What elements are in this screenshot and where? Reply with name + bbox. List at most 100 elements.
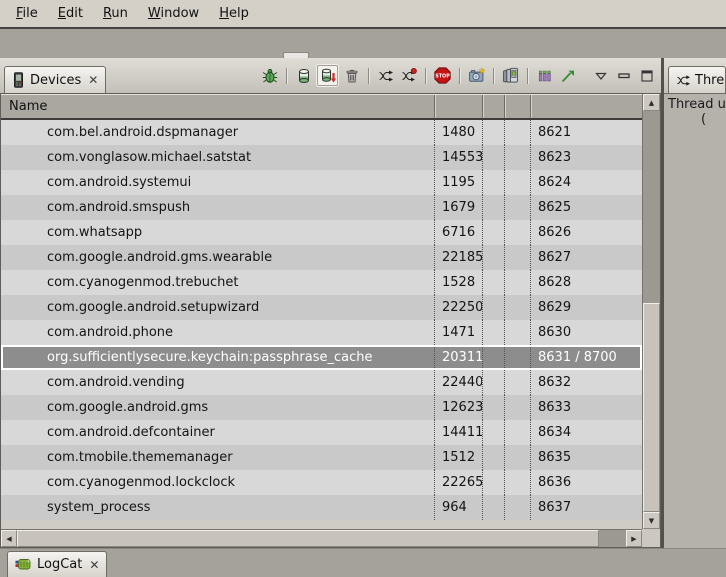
- table-row[interactable]: com.google.android.gms126238633: [1, 395, 642, 420]
- empty-cell: [482, 395, 504, 420]
- table-row[interactable]: system_process9648637: [1, 495, 642, 520]
- port-cell: 8623: [530, 145, 642, 170]
- table-row[interactable]: com.android.defcontainer144118634: [1, 420, 642, 445]
- dump-hprof-icon[interactable]: [317, 65, 338, 86]
- menu-edit[interactable]: Edit: [48, 4, 93, 23]
- table-row[interactable]: com.cyanogenmod.trebuchet15288628: [1, 270, 642, 295]
- debug-process-icon[interactable]: [260, 66, 279, 85]
- tab-devices[interactable]: Devices ✕: [4, 66, 106, 93]
- device-table-body: com.bel.android.dspmanager14808621com.vo…: [1, 120, 642, 529]
- process-name-cell: com.android.smspush: [1, 195, 434, 220]
- green-trend-arrow-icon[interactable]: [558, 66, 577, 85]
- table-row[interactable]: com.android.vending22440 8632: [1, 370, 642, 395]
- table-row[interactable]: com.google.android.gms.wearable221858627: [1, 245, 642, 270]
- scroll-down-arrow[interactable]: ▼: [643, 512, 660, 529]
- menu-bar: File Edit Run Window Help: [0, 0, 726, 29]
- table-row[interactable]: com.android.smspush16798625: [1, 195, 642, 220]
- screen-capture-camera-icon[interactable]: [467, 66, 486, 85]
- menu-help[interactable]: Help: [209, 4, 259, 23]
- phone-stack-icon[interactable]: [501, 66, 520, 85]
- column-header-empty[interactable]: [482, 95, 504, 118]
- tab-logcat[interactable]: LogCat ✕: [7, 551, 107, 577]
- table-row[interactable]: com.cyanogenmod.lockclock222658636: [1, 470, 642, 495]
- menu-file[interactable]: File: [6, 4, 48, 23]
- coolbar-strip: [0, 29, 726, 58]
- vertical-scroll-track[interactable]: [643, 111, 660, 512]
- cause-gc-trash-icon[interactable]: [342, 66, 361, 85]
- close-icon[interactable]: ✕: [87, 558, 99, 572]
- threads-view: Threads Thread up (: [664, 58, 726, 548]
- view-menu-icon[interactable]: [591, 66, 610, 85]
- minimize-icon[interactable]: [614, 66, 633, 85]
- process-name-cell: com.google.android.gms.wearable: [1, 245, 434, 270]
- empty-cell: [482, 470, 504, 495]
- update-threads-icon[interactable]: [376, 66, 395, 85]
- threads-message-line1: Thread up: [668, 97, 726, 112]
- port-cell: 8632: [530, 370, 642, 395]
- port-cell: 8634: [530, 420, 642, 445]
- process-name-cell: com.whatsapp: [1, 220, 434, 245]
- column-header-empty[interactable]: [504, 95, 530, 118]
- purple-bars-icon[interactable]: [535, 66, 554, 85]
- table-row[interactable]: com.android.systemui11958624: [1, 170, 642, 195]
- empty-cell: [482, 170, 504, 195]
- port-cell: 8633: [530, 395, 642, 420]
- scroll-left-arrow[interactable]: ◀: [1, 530, 17, 547]
- threads-tabbar: Threads: [664, 58, 726, 93]
- tab-threads[interactable]: Threads: [668, 66, 726, 93]
- process-name-cell: org.sufficientlysecure.keychain:passphra…: [1, 345, 434, 370]
- table-row[interactable]: org.sufficientlysecure.keychain:passphra…: [1, 345, 642, 370]
- table-row[interactable]: com.android.phone14718630: [1, 320, 642, 345]
- column-header-pid[interactable]: [434, 95, 482, 118]
- vertical-scrollbar[interactable]: ▲ ▼: [642, 94, 660, 529]
- column-header-name[interactable]: Name: [1, 95, 434, 118]
- process-name-cell: com.google.android.setupwizard: [1, 295, 434, 320]
- port-cell: 8626: [530, 220, 642, 245]
- horizontal-scrollbar[interactable]: ◀ ▶: [1, 529, 642, 547]
- process-name-cell: com.android.vending: [1, 370, 434, 395]
- scrollbar-corner: [642, 529, 660, 547]
- maximize-icon[interactable]: [637, 66, 656, 85]
- pid-cell: 22440: [434, 370, 482, 395]
- process-name-cell: com.vonglasow.michael.satstat: [1, 145, 434, 170]
- horizontal-scroll-track[interactable]: [17, 530, 626, 547]
- process-name-cell: com.tmobile.thememanager: [1, 445, 434, 470]
- pid-cell: 22185: [434, 245, 482, 270]
- empty-cell: [504, 170, 530, 195]
- empty-cell: [504, 245, 530, 270]
- table-row[interactable]: com.vonglasow.michael.satstat145538623: [1, 145, 642, 170]
- table-row[interactable]: com.bel.android.dspmanager14808621: [1, 120, 642, 145]
- table-row[interactable]: com.google.android.setupwizard222508629: [1, 295, 642, 320]
- vertical-scroll-thumb[interactable]: [643, 303, 660, 512]
- main-area: Devices ✕: [0, 58, 726, 548]
- pid-cell: 1480: [434, 120, 482, 145]
- table-row[interactable]: com.tmobile.thememanager15128635: [1, 445, 642, 470]
- empty-cell: [482, 220, 504, 245]
- phone-icon: [12, 72, 25, 88]
- toolbar-separator: [459, 68, 460, 84]
- empty-cell: [482, 345, 504, 370]
- pid-cell: 1512: [434, 445, 482, 470]
- close-icon[interactable]: ✕: [86, 73, 98, 87]
- horizontal-scroll-thumb[interactable]: [17, 530, 599, 547]
- menu-window[interactable]: Window: [138, 4, 209, 23]
- table-row[interactable]: com.whatsapp67168626: [1, 220, 642, 245]
- devices-toolbar: STOP: [260, 58, 661, 93]
- scroll-up-arrow[interactable]: ▲: [643, 94, 660, 111]
- table-header: Name: [1, 94, 642, 120]
- empty-cell: [482, 445, 504, 470]
- empty-cell: [482, 120, 504, 145]
- empty-cell: [504, 395, 530, 420]
- column-header-port[interactable]: [530, 95, 642, 118]
- update-heap-icon[interactable]: [294, 66, 313, 85]
- menu-run[interactable]: Run: [93, 4, 138, 23]
- empty-cell: [504, 295, 530, 320]
- devices-table: Name com.bel.android.dspmanager14808621c…: [0, 93, 661, 548]
- devices-tabbar: Devices ✕: [0, 58, 661, 93]
- scroll-right-arrow[interactable]: ▶: [626, 530, 642, 547]
- start-method-profiling-icon[interactable]: [399, 66, 418, 85]
- process-name-cell: com.android.phone: [1, 320, 434, 345]
- empty-cell: [504, 195, 530, 220]
- stop-process-icon[interactable]: STOP: [433, 66, 452, 85]
- threads-message-line2: (: [668, 112, 726, 127]
